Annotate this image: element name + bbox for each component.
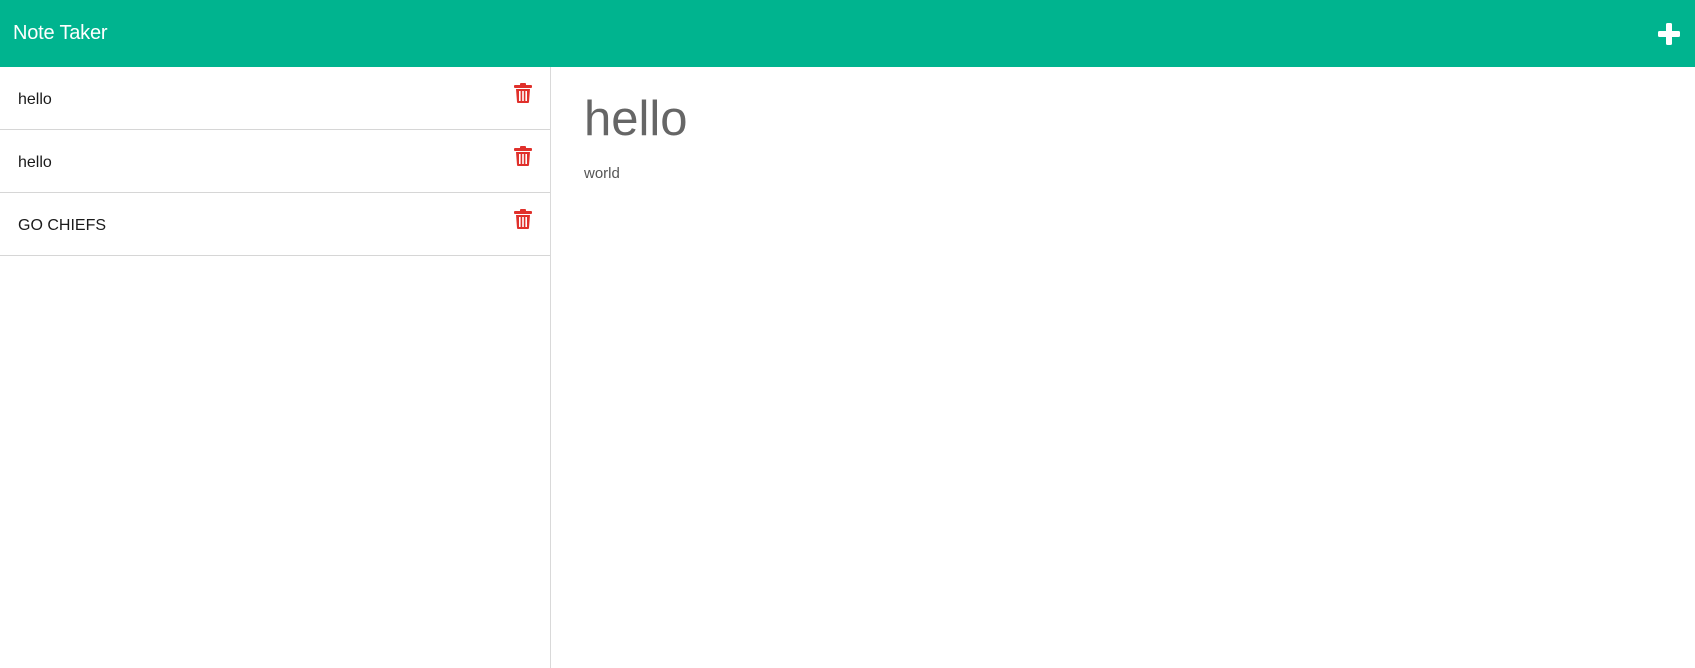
plus-icon — [1658, 22, 1680, 45]
note-editor: world — [552, 67, 1695, 668]
delete-button[interactable] — [514, 145, 532, 171]
note-item-title: hello — [18, 90, 52, 108]
brand-title[interactable]: Note Taker — [13, 22, 108, 45]
list-item[interactable]: GO CHIEFS — [0, 193, 550, 256]
note-title-input[interactable] — [584, 91, 1663, 147]
note-item-title: GO CHIEFS — [18, 216, 107, 234]
list-item[interactable]: hello — [0, 130, 550, 193]
delete-button[interactable] — [514, 82, 532, 108]
trash-icon — [514, 82, 532, 103]
navbar: Note Taker — [0, 0, 1695, 67]
note-item-title: hello — [18, 153, 52, 171]
app: Note Taker hello hello GO CHIEFS hello w… — [0, 0, 1695, 668]
list-item[interactable]: hello — [0, 67, 550, 130]
new-note-button[interactable] — [1656, 21, 1682, 47]
note-list: hello hello GO CHIEFS — [0, 67, 551, 668]
delete-button[interactable] — [514, 208, 532, 234]
note-text-input[interactable]: world — [584, 165, 1663, 199]
trash-icon — [514, 145, 532, 166]
trash-icon — [514, 208, 532, 229]
